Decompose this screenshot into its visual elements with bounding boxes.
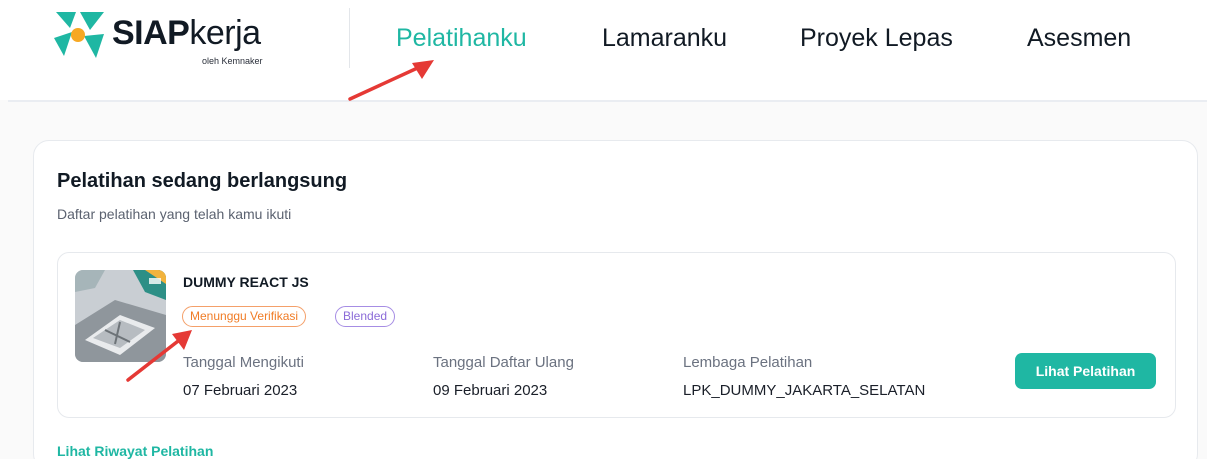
join-date-value: 07 Februari 2023: [183, 382, 298, 399]
siapkerja-logo-icon: [54, 12, 104, 58]
type-badge-blended: Blended: [335, 306, 396, 327]
building-illustration-icon: [75, 270, 166, 362]
status-badge-verification: Menunggu Verifikasi: [182, 306, 307, 327]
reregistration-date-label: Tanggal Daftar Ulang: [433, 354, 574, 371]
header-divider: [8, 100, 1207, 102]
reregistration-date-value: 09 Februari 2023: [433, 382, 548, 399]
logo-wordmark: SIAPkerja: [112, 14, 261, 52]
section-subtitle: Daftar pelatihan yang telah kamu ikuti: [57, 206, 292, 222]
view-training-button[interactable]: Lihat Pelatihan: [1015, 353, 1156, 389]
section-title: Pelatihan sedang berlangsung: [57, 170, 348, 192]
training-history-link[interactable]: Lihat Riwayat Pelatihan: [57, 443, 213, 459]
training-title: DUMMY REACT JS: [183, 274, 309, 290]
nav-lamaranku[interactable]: Lamaranku: [602, 24, 727, 53]
logo-nav-divider: [349, 8, 350, 68]
nav-proyek-lepas[interactable]: Proyek Lepas: [800, 24, 953, 53]
training-thumbnail: [75, 270, 166, 362]
siapkerja-logo[interactable]: SIAPkerja oleh Kemnaker: [50, 8, 300, 70]
nav-asesmen[interactable]: Asesmen: [1027, 24, 1131, 53]
institution-label: Lembaga Pelatihan: [683, 354, 813, 371]
nav-pelatihanku[interactable]: Pelatihanku: [396, 24, 527, 53]
logo-subtitle: oleh Kemnaker: [202, 56, 263, 66]
institution-value: LPK_DUMMY_JAKARTA_SELATAN: [683, 382, 926, 399]
join-date-label: Tanggal Mengikuti: [183, 354, 304, 371]
